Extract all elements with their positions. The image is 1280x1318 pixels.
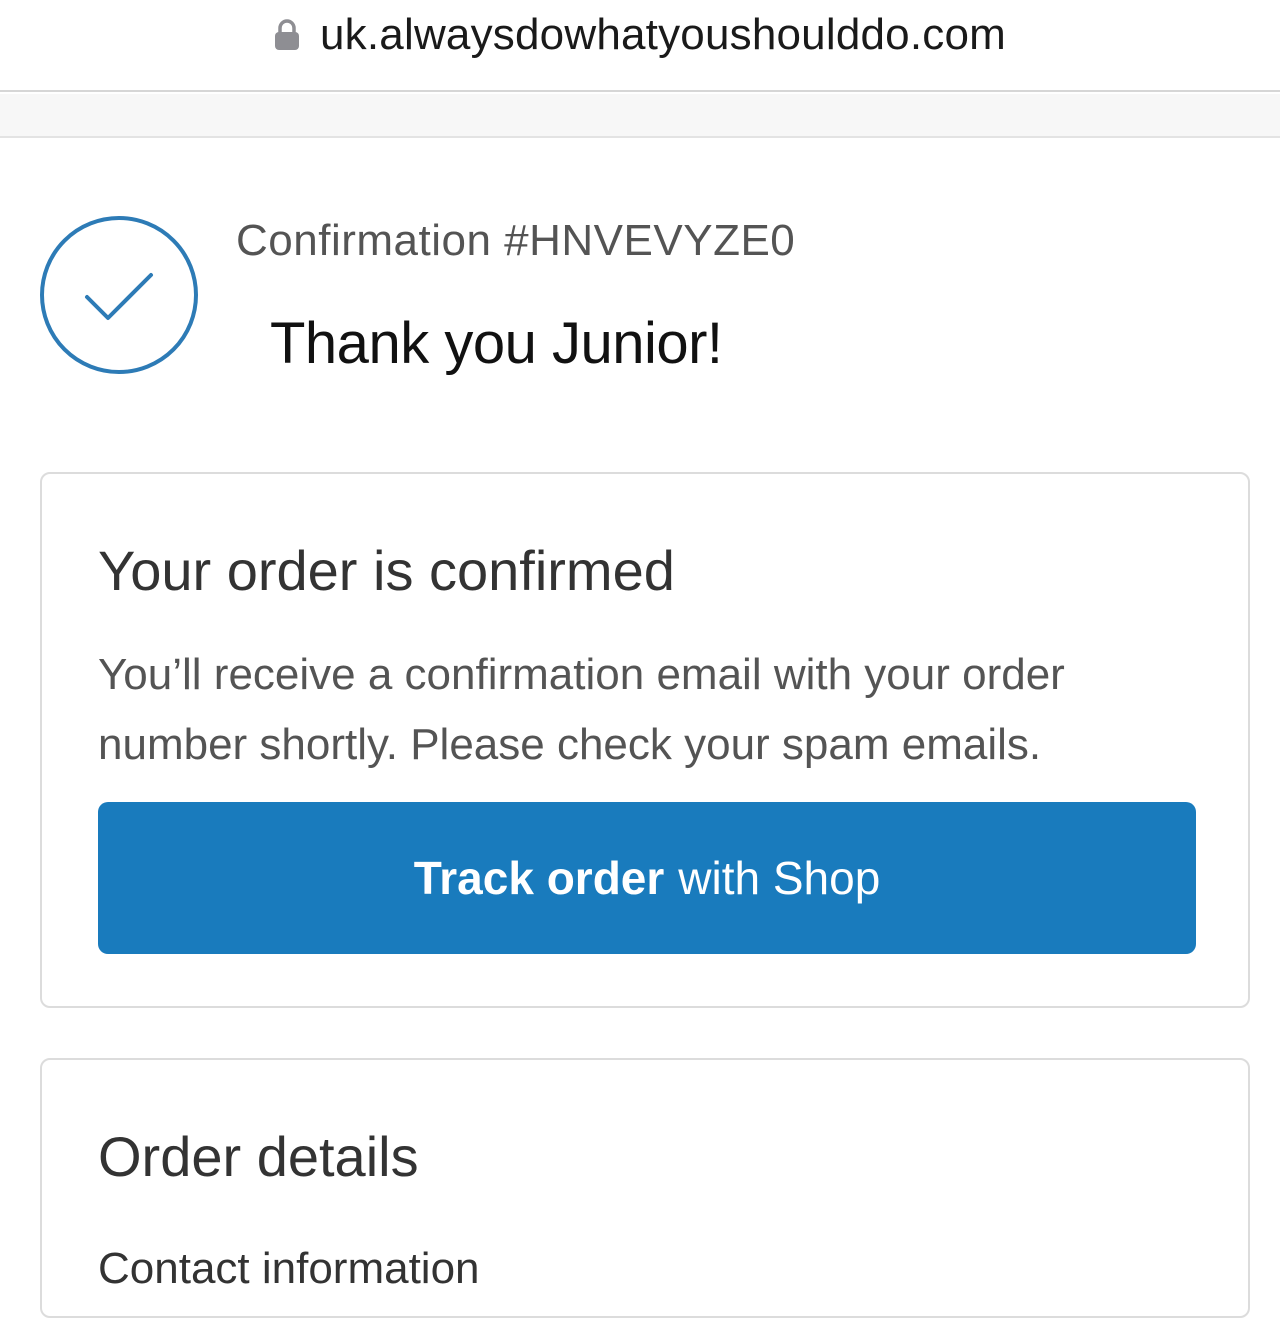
check-circle-icon [38, 214, 200, 376]
confirmation-message-line: You’ll receive a confirmation email with… [98, 650, 1065, 699]
track-order-label: Track order [413, 852, 665, 904]
thank-you-heading: Thank you Junior! [270, 311, 723, 376]
with-shop-label: with Shop [678, 852, 881, 904]
confirmation-message-line: number shortly. Please check your spam e… [98, 720, 1042, 769]
order-details-title: Order details [98, 1125, 419, 1188]
browser-address-bar[interactable]: uk.alwaysdowhatyoushoulddo.com [0, 0, 1280, 92]
contact-information-label: Contact information [98, 1244, 480, 1293]
order-confirmed-card: Your order is confirmed You’ll receive a… [40, 472, 1250, 1008]
order-details-card: Order details Contact information [40, 1058, 1250, 1318]
url-text[interactable]: uk.alwaysdowhatyoushoulddo.com [320, 10, 1006, 60]
confirmation-message: You’ll receive a confirmation email with… [98, 640, 1198, 780]
order-confirmed-title: Your order is confirmed [98, 539, 675, 602]
toolbar-strip [0, 94, 1280, 138]
address-bar-content[interactable]: uk.alwaysdowhatyoushoulddo.com [274, 10, 1006, 60]
confirmation-number: Confirmation #HNVEVYZE0 [236, 216, 796, 265]
track-order-button[interactable]: Track order with Shop [98, 802, 1196, 954]
lock-icon [274, 19, 300, 51]
confirmation-header: Confirmation #HNVEVYZE0 Thank you Junior… [0, 140, 1280, 440]
